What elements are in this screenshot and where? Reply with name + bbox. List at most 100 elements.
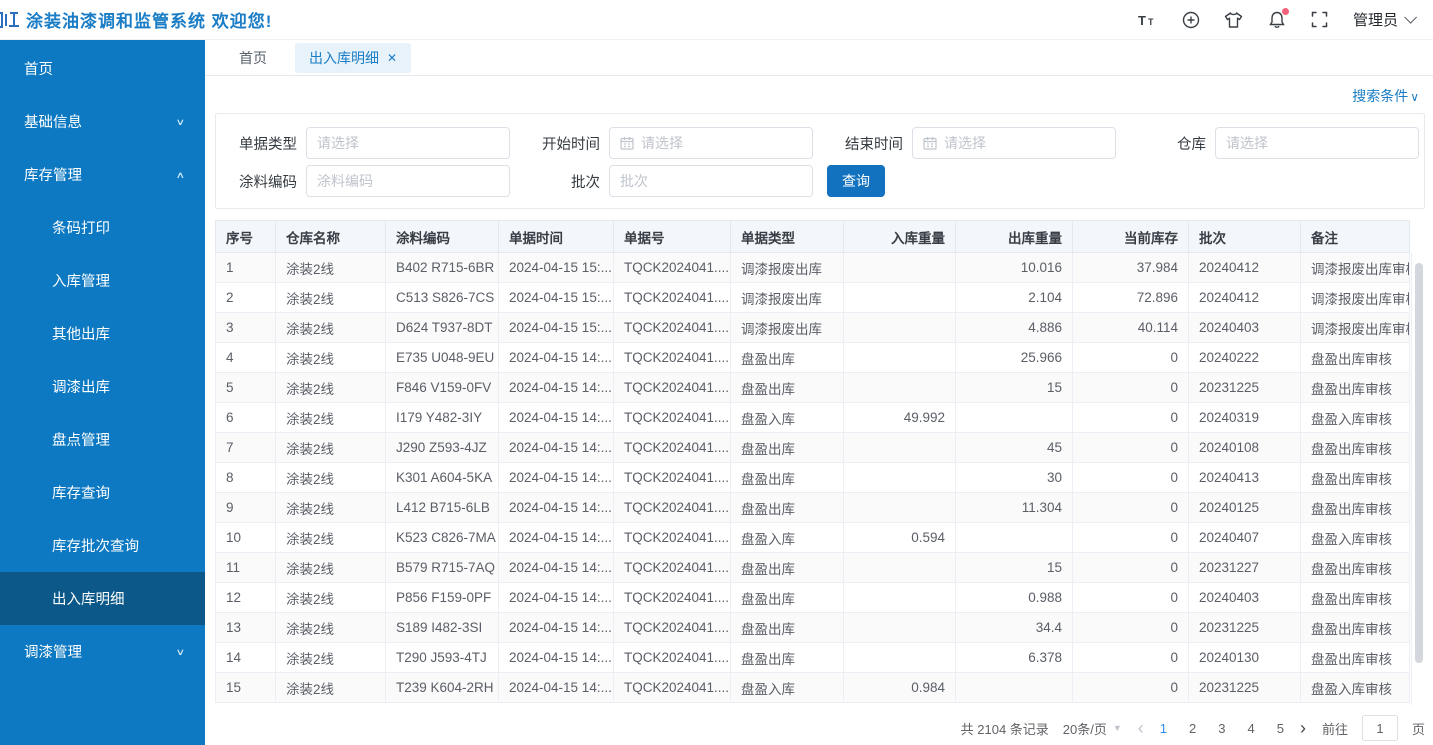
column-header[interactable]: 批次 (1189, 221, 1301, 253)
theme-shirt-icon[interactable] (1224, 10, 1244, 30)
column-header[interactable]: 当前库存 (1073, 221, 1189, 253)
filter-input[interactable]: 请选择 (609, 127, 813, 159)
table-row[interactable]: 12 涂装2线 P856 F159-0PF 2024-04-15 14:... … (216, 583, 1410, 613)
column-header[interactable]: 仓库名称 (276, 221, 386, 253)
cell-out-weight: 10.016 (956, 253, 1073, 283)
cell-doc-no: TQCK2024041.... (614, 343, 731, 373)
table-row[interactable]: 14 涂装2线 T290 J593-4TJ 2024-04-15 14:... … (216, 643, 1410, 673)
sidebar-item-label: 条码打印 (52, 217, 110, 238)
sidebar-item[interactable]: 出入库明细 (0, 572, 205, 625)
data-table: 序号 仓库名称 涂料编码 单据时间 单据号 单据类型 入库重量 (215, 220, 1425, 706)
cell-remark: 盘盈入库审核 (1301, 523, 1410, 553)
cell-seq: 1 (216, 253, 276, 283)
sidebar-item[interactable]: 库存查询 (0, 466, 205, 519)
cell-paint-code: T239 K604-2RH (386, 673, 499, 703)
fullscreen-icon[interactable] (1310, 10, 1330, 30)
next-page-button[interactable] (1298, 719, 1308, 737)
sidebar-item[interactable]: 条码打印 (0, 201, 205, 254)
sidebar-item[interactable]: 调漆出库 (0, 360, 205, 413)
filter-input[interactable]: 请选择 (306, 127, 510, 159)
filter-input[interactable]: 批次 (609, 165, 813, 197)
column-header[interactable]: 单据类型 (731, 221, 844, 253)
filter-label: 开始时间 (519, 133, 609, 154)
table-row[interactable]: 11 涂装2线 B579 R715-7AQ 2024-04-15 14:... … (216, 553, 1410, 583)
sidebar-item[interactable]: 库存批次查询 (0, 519, 205, 572)
filter-input[interactable]: 涂料编码 (306, 165, 510, 197)
table-row[interactable]: 7 涂装2线 J290 Z593-4JZ 2024-04-15 14:... T… (216, 433, 1410, 463)
column-header[interactable]: 单据号 (614, 221, 731, 253)
column-header[interactable]: 备注 (1301, 221, 1410, 253)
cell-in-weight: 0.984 (844, 673, 956, 703)
page-number[interactable]: 4 (1248, 721, 1255, 736)
notification-bell-icon[interactable] (1267, 10, 1287, 30)
cell-paint-code: I179 Y482-3IY (386, 403, 499, 433)
table-row[interactable]: 8 涂装2线 K301 A604-5KA 2024-04-15 14:... T… (216, 463, 1410, 493)
cell-seq: 14 (216, 643, 276, 673)
cell-in-weight (844, 373, 956, 403)
cell-in-weight: 0.594 (844, 523, 956, 553)
page-number[interactable]: 3 (1218, 721, 1225, 736)
page-number[interactable]: 2 (1189, 721, 1196, 736)
column-header[interactable]: 出库重量 (956, 221, 1073, 253)
cell-doc-time: 2024-04-15 14:... (499, 613, 614, 643)
cell-out-weight: 0.988 (956, 583, 1073, 613)
table-row[interactable]: 4 涂装2线 E735 U048-9EU 2024-04-15 14:... T… (216, 343, 1410, 373)
cell-remark: 盘盈出库审核 (1301, 343, 1410, 373)
sidebar-item[interactable]: 盘点管理 (0, 413, 205, 466)
table-row[interactable]: 13 涂装2线 S189 I482-3SI 2024-04-15 14:... … (216, 613, 1410, 643)
search-criteria-toggle[interactable]: 搜索条件∨ (1352, 86, 1419, 106)
tab-label: 首页 (239, 48, 267, 68)
filter-input[interactable]: 请选择 (912, 127, 1116, 159)
font-size-icon[interactable]: T T (1138, 10, 1158, 30)
sidebar-item[interactable]: 库存管理 ∧ (0, 148, 205, 201)
tab-close-icon[interactable] (387, 52, 397, 64)
sidebar-item[interactable]: 其他出库 (0, 307, 205, 360)
sidebar-item[interactable]: 基础信息 ∨ (0, 95, 205, 148)
filter-input[interactable]: 请选择 (1215, 127, 1419, 159)
total-records: 共 2104 条记录 (961, 719, 1049, 738)
sidebar-item-label: 首页 (24, 58, 53, 79)
cell-current-stock: 0 (1073, 433, 1189, 463)
prev-page-button[interactable] (1136, 719, 1146, 737)
sidebar-item[interactable]: 入库管理 (0, 254, 205, 307)
tab[interactable]: 出入库明细 (295, 43, 411, 73)
sidebar-item[interactable]: 调漆管理 ∨ (0, 625, 205, 678)
table-row[interactable]: 9 涂装2线 L412 B715-6LB 2024-04-15 14:... T… (216, 493, 1410, 523)
scrollbar-thumb[interactable] (1415, 263, 1423, 663)
column-header[interactable]: 涂料编码 (386, 221, 499, 253)
cell-doc-time: 2024-04-15 14:... (499, 373, 614, 403)
column-header[interactable]: 入库重量 (844, 221, 956, 253)
table-row[interactable]: 3 涂装2线 D624 T937-8DT 2024-04-15 15:... T… (216, 313, 1410, 343)
cell-current-stock: 72.896 (1073, 283, 1189, 313)
page-number[interactable]: 5 (1277, 721, 1284, 736)
cell-remark: 盘盈入库审核 (1301, 403, 1410, 433)
cell-doc-no: TQCK2024041.... (614, 313, 731, 343)
column-header[interactable]: 单据时间 (499, 221, 614, 253)
page-size-select[interactable]: 20条/页 (1063, 719, 1122, 738)
cell-remark: 盘盈出库审核 (1301, 493, 1410, 523)
filter-field: 批次 批次 (519, 165, 822, 197)
table-row[interactable]: 1 涂装2线 B402 R715-6BR 2024-04-15 15:... T… (216, 253, 1410, 283)
table-row[interactable]: 2 涂装2线 C513 S826-7CS 2024-04-15 15:... T… (216, 283, 1410, 313)
cell-seq: 13 (216, 613, 276, 643)
cell-remark: 调漆报废出库审核 (1301, 283, 1410, 313)
sidebar-item[interactable]: 首页 (0, 42, 205, 95)
table-row[interactable]: 5 涂装2线 F846 V159-0FV 2024-04-15 14:... T… (216, 373, 1410, 403)
cell-in-weight: 49.992 (844, 403, 956, 433)
plus-circle-icon[interactable] (1181, 10, 1201, 30)
user-menu[interactable]: 管理员 (1353, 9, 1413, 30)
topbar-actions: T T (1138, 9, 1433, 30)
cell-in-weight (844, 493, 956, 523)
table-row[interactable]: 15 涂装2线 T239 K604-2RH 2024-04-15 14:... … (216, 673, 1410, 703)
goto-page-input[interactable] (1362, 715, 1398, 741)
table-row[interactable]: 10 涂装2线 K523 C826-7MA 2024-04-15 14:... … (216, 523, 1410, 553)
page-number[interactable]: 1 (1160, 721, 1167, 736)
table-scrollbar[interactable] (1411, 253, 1425, 705)
table-row[interactable]: 6 涂装2线 I179 Y482-3IY 2024-04-15 14:... T… (216, 403, 1410, 433)
column-header[interactable]: 序号 (216, 221, 276, 253)
cell-paint-code: C513 S826-7CS (386, 283, 499, 313)
search-button[interactable]: 查询 (827, 165, 885, 197)
cell-doc-type: 盘盈入库 (731, 673, 844, 703)
tab[interactable]: 首页 (225, 43, 281, 73)
goto-label: 前往 (1322, 719, 1348, 738)
